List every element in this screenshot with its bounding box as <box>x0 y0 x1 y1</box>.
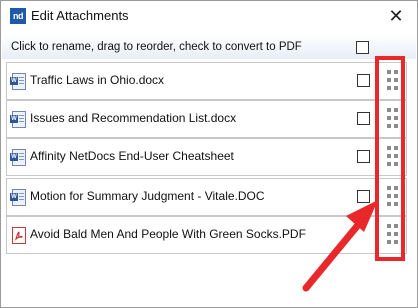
annotation-arrow <box>302 200 378 292</box>
